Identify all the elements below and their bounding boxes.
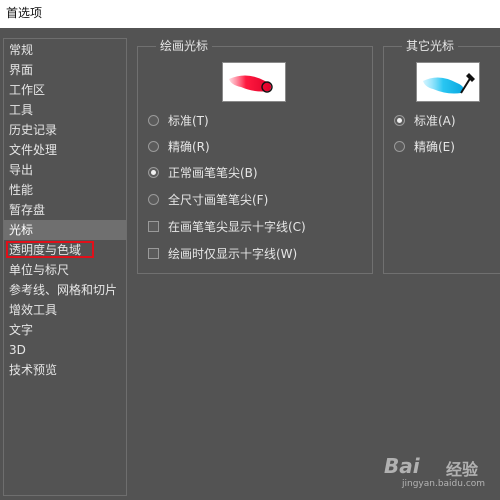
sidebar-item-units-rulers[interactable]: 单位与标尺	[4, 260, 126, 280]
eyedropper-icon	[416, 62, 480, 102]
sidebar-item-plugins[interactable]: 增效工具	[4, 300, 126, 320]
sidebar-item-general[interactable]: 常规	[4, 40, 126, 60]
option-label: 标准(A)	[414, 114, 456, 128]
watermark-word: 经验	[446, 460, 479, 479]
sidebar-item-performance[interactable]: 性能	[4, 180, 126, 200]
sidebar-item-interface[interactable]: 界面	[4, 60, 126, 80]
sidebar-item-scratch-disks[interactable]: 暂存盘	[4, 200, 126, 220]
painting-cursors-title: 绘画光标	[156, 38, 213, 54]
sidebar-item-tools[interactable]: 工具	[4, 100, 126, 120]
sidebar-item-cursors[interactable]: 光标	[4, 220, 126, 240]
painting-cursors-group: 绘画光标 标准(T) 精确(R) 正常画笔笔尖(B) 全尺寸画笔笔尖(F) 在画…	[137, 38, 373, 274]
window-title: 首选项	[6, 6, 43, 20]
sidebar-item-file-handling[interactable]: 文件处理	[4, 140, 126, 160]
sidebar-item-export[interactable]: 导出	[4, 160, 126, 180]
sidebar-item-workspace[interactable]: 工作区	[4, 80, 126, 100]
sidebar-item-guides-grid-slices[interactable]: 参考线、网格和切片	[4, 280, 126, 300]
watermark-brand: Bai	[384, 454, 420, 478]
option-label: 全尺寸画笔笔尖(F)	[168, 193, 269, 207]
sidebar-item-history[interactable]: 历史记录	[4, 120, 126, 140]
preferences-sidebar: 常规 界面 工作区 工具 历史记录 文件处理 导出 性能 暂存盘 光标 透明度与…	[3, 38, 127, 496]
watermark-url: jingyan.baidu.com	[402, 479, 486, 489]
radio-button[interactable]	[148, 194, 159, 205]
radio-button[interactable]	[148, 115, 159, 126]
checkbox-label: 绘画时仅显示十字线(W)	[168, 247, 298, 261]
radio-button-selected[interactable]	[148, 167, 159, 178]
option-label: 精确(E)	[414, 140, 455, 154]
sidebar-item-3d[interactable]: 3D	[4, 340, 126, 360]
other-cursors-group: 其它光标 标准(A) 精确(E)	[383, 38, 500, 274]
other-cursors-title: 其它光标	[402, 38, 459, 54]
highlight-box	[6, 241, 94, 258]
radio-button[interactable]	[394, 141, 405, 152]
checkbox[interactable]	[148, 248, 159, 259]
baidu-watermark: Bai 经验 jingyan.baidu.com	[384, 452, 494, 496]
window-titlebar: 首选项	[0, 0, 500, 28]
option-label: 正常画笔笔尖(B)	[168, 166, 258, 180]
sidebar-item-technology-previews[interactable]: 技术预览	[4, 360, 126, 380]
radio-button[interactable]	[148, 141, 159, 152]
sidebar-item-type[interactable]: 文字	[4, 320, 126, 340]
option-label: 标准(T)	[168, 114, 209, 128]
option-label: 精确(R)	[168, 140, 210, 154]
radio-button-selected[interactable]	[394, 115, 405, 126]
checkbox-label: 在画笔笔尖显示十字线(C)	[168, 220, 306, 234]
checkbox[interactable]	[148, 221, 159, 232]
red-brush-stroke-icon	[222, 62, 286, 102]
